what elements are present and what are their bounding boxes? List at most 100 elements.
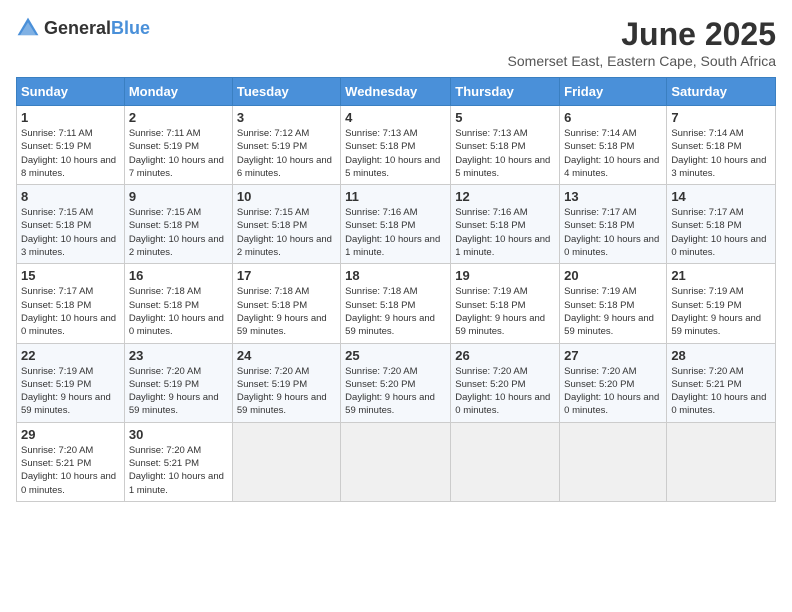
day-number: 1 [21,110,120,125]
calendar-cell: 2 Sunrise: 7:11 AM Sunset: 5:19 PM Dayli… [124,106,232,185]
calendar-cell: 19 Sunrise: 7:19 AM Sunset: 5:18 PM Dayl… [451,264,560,343]
day-detail: Sunrise: 7:18 AM Sunset: 5:18 PM Dayligh… [345,286,435,337]
day-detail: Sunrise: 7:20 AM Sunset: 5:21 PM Dayligh… [129,445,224,496]
calendar-cell: 16 Sunrise: 7:18 AM Sunset: 5:18 PM Dayl… [124,264,232,343]
calendar-cell: 15 Sunrise: 7:17 AM Sunset: 5:18 PM Dayl… [17,264,125,343]
day-number: 6 [564,110,662,125]
day-detail: Sunrise: 7:18 AM Sunset: 5:18 PM Dayligh… [237,286,327,337]
day-number: 9 [129,189,228,204]
day-number: 19 [455,268,555,283]
calendar-cell: 22 Sunrise: 7:19 AM Sunset: 5:19 PM Dayl… [17,343,125,422]
logo-general: General [44,18,111,38]
calendar-cell: 11 Sunrise: 7:16 AM Sunset: 5:18 PM Dayl… [341,185,451,264]
col-header-sunday: Sunday [17,78,125,106]
calendar-cell: 23 Sunrise: 7:20 AM Sunset: 5:19 PM Dayl… [124,343,232,422]
calendar-cell: 25 Sunrise: 7:20 AM Sunset: 5:20 PM Dayl… [341,343,451,422]
day-detail: Sunrise: 7:13 AM Sunset: 5:18 PM Dayligh… [345,128,440,179]
calendar-cell: 3 Sunrise: 7:12 AM Sunset: 5:19 PM Dayli… [232,106,340,185]
day-detail: Sunrise: 7:20 AM Sunset: 5:19 PM Dayligh… [129,366,219,417]
day-detail: Sunrise: 7:19 AM Sunset: 5:18 PM Dayligh… [564,286,654,337]
day-number: 3 [237,110,336,125]
day-number: 23 [129,348,228,363]
calendar-header-row: SundayMondayTuesdayWednesdayThursdayFrid… [17,78,776,106]
calendar-cell: 26 Sunrise: 7:20 AM Sunset: 5:20 PM Dayl… [451,343,560,422]
calendar-week-row: 15 Sunrise: 7:17 AM Sunset: 5:18 PM Dayl… [17,264,776,343]
calendar-cell [560,422,667,501]
day-detail: Sunrise: 7:15 AM Sunset: 5:18 PM Dayligh… [129,207,224,258]
day-detail: Sunrise: 7:11 AM Sunset: 5:19 PM Dayligh… [129,128,224,179]
day-number: 27 [564,348,662,363]
day-number: 13 [564,189,662,204]
calendar-cell: 24 Sunrise: 7:20 AM Sunset: 5:19 PM Dayl… [232,343,340,422]
day-detail: Sunrise: 7:16 AM Sunset: 5:18 PM Dayligh… [345,207,440,258]
calendar-cell: 27 Sunrise: 7:20 AM Sunset: 5:20 PM Dayl… [560,343,667,422]
calendar-cell: 4 Sunrise: 7:13 AM Sunset: 5:18 PM Dayli… [341,106,451,185]
calendar-cell: 9 Sunrise: 7:15 AM Sunset: 5:18 PM Dayli… [124,185,232,264]
day-detail: Sunrise: 7:20 AM Sunset: 5:21 PM Dayligh… [671,366,766,417]
calendar-week-row: 29 Sunrise: 7:20 AM Sunset: 5:21 PM Dayl… [17,422,776,501]
calendar-week-row: 8 Sunrise: 7:15 AM Sunset: 5:18 PM Dayli… [17,185,776,264]
calendar-cell: 8 Sunrise: 7:15 AM Sunset: 5:18 PM Dayli… [17,185,125,264]
logo: GeneralBlue [16,16,150,40]
subtitle: Somerset East, Eastern Cape, South Afric… [508,53,776,69]
day-detail: Sunrise: 7:13 AM Sunset: 5:18 PM Dayligh… [455,128,550,179]
calendar-cell: 20 Sunrise: 7:19 AM Sunset: 5:18 PM Dayl… [560,264,667,343]
calendar-cell: 7 Sunrise: 7:14 AM Sunset: 5:18 PM Dayli… [667,106,776,185]
calendar-cell: 14 Sunrise: 7:17 AM Sunset: 5:18 PM Dayl… [667,185,776,264]
calendar-cell: 1 Sunrise: 7:11 AM Sunset: 5:19 PM Dayli… [17,106,125,185]
calendar-body: 1 Sunrise: 7:11 AM Sunset: 5:19 PM Dayli… [17,106,776,502]
day-detail: Sunrise: 7:16 AM Sunset: 5:18 PM Dayligh… [455,207,550,258]
logo-blue: Blue [111,18,150,38]
day-detail: Sunrise: 7:14 AM Sunset: 5:18 PM Dayligh… [671,128,766,179]
calendar-cell: 13 Sunrise: 7:17 AM Sunset: 5:18 PM Dayl… [560,185,667,264]
day-number: 17 [237,268,336,283]
calendar-cell [341,422,451,501]
day-detail: Sunrise: 7:15 AM Sunset: 5:18 PM Dayligh… [237,207,332,258]
day-detail: Sunrise: 7:14 AM Sunset: 5:18 PM Dayligh… [564,128,659,179]
day-number: 21 [671,268,771,283]
day-detail: Sunrise: 7:20 AM Sunset: 5:19 PM Dayligh… [237,366,327,417]
month-title: June 2025 [508,16,776,53]
calendar-cell: 30 Sunrise: 7:20 AM Sunset: 5:21 PM Dayl… [124,422,232,501]
day-number: 24 [237,348,336,363]
day-number: 18 [345,268,446,283]
col-header-saturday: Saturday [667,78,776,106]
day-number: 29 [21,427,120,442]
calendar-cell: 5 Sunrise: 7:13 AM Sunset: 5:18 PM Dayli… [451,106,560,185]
calendar-cell: 10 Sunrise: 7:15 AM Sunset: 5:18 PM Dayl… [232,185,340,264]
day-number: 26 [455,348,555,363]
day-detail: Sunrise: 7:17 AM Sunset: 5:18 PM Dayligh… [564,207,659,258]
col-header-tuesday: Tuesday [232,78,340,106]
day-number: 8 [21,189,120,204]
calendar-table: SundayMondayTuesdayWednesdayThursdayFrid… [16,77,776,502]
calendar-cell [667,422,776,501]
day-detail: Sunrise: 7:19 AM Sunset: 5:19 PM Dayligh… [671,286,761,337]
col-header-monday: Monday [124,78,232,106]
day-number: 16 [129,268,228,283]
logo-text: GeneralBlue [44,18,150,39]
day-detail: Sunrise: 7:18 AM Sunset: 5:18 PM Dayligh… [129,286,224,337]
day-number: 15 [21,268,120,283]
calendar-cell: 18 Sunrise: 7:18 AM Sunset: 5:18 PM Dayl… [341,264,451,343]
day-number: 20 [564,268,662,283]
col-header-friday: Friday [560,78,667,106]
day-number: 10 [237,189,336,204]
day-detail: Sunrise: 7:17 AM Sunset: 5:18 PM Dayligh… [21,286,116,337]
day-detail: Sunrise: 7:19 AM Sunset: 5:18 PM Dayligh… [455,286,545,337]
day-number: 12 [455,189,555,204]
day-number: 2 [129,110,228,125]
calendar-cell: 17 Sunrise: 7:18 AM Sunset: 5:18 PM Dayl… [232,264,340,343]
day-detail: Sunrise: 7:11 AM Sunset: 5:19 PM Dayligh… [21,128,116,179]
day-detail: Sunrise: 7:15 AM Sunset: 5:18 PM Dayligh… [21,207,116,258]
col-header-thursday: Thursday [451,78,560,106]
calendar-cell: 12 Sunrise: 7:16 AM Sunset: 5:18 PM Dayl… [451,185,560,264]
calendar-week-row: 22 Sunrise: 7:19 AM Sunset: 5:19 PM Dayl… [17,343,776,422]
col-header-wednesday: Wednesday [341,78,451,106]
logo-icon [16,16,40,40]
day-number: 5 [455,110,555,125]
day-number: 7 [671,110,771,125]
day-number: 30 [129,427,228,442]
day-number: 28 [671,348,771,363]
day-detail: Sunrise: 7:20 AM Sunset: 5:20 PM Dayligh… [564,366,659,417]
day-detail: Sunrise: 7:20 AM Sunset: 5:20 PM Dayligh… [455,366,550,417]
